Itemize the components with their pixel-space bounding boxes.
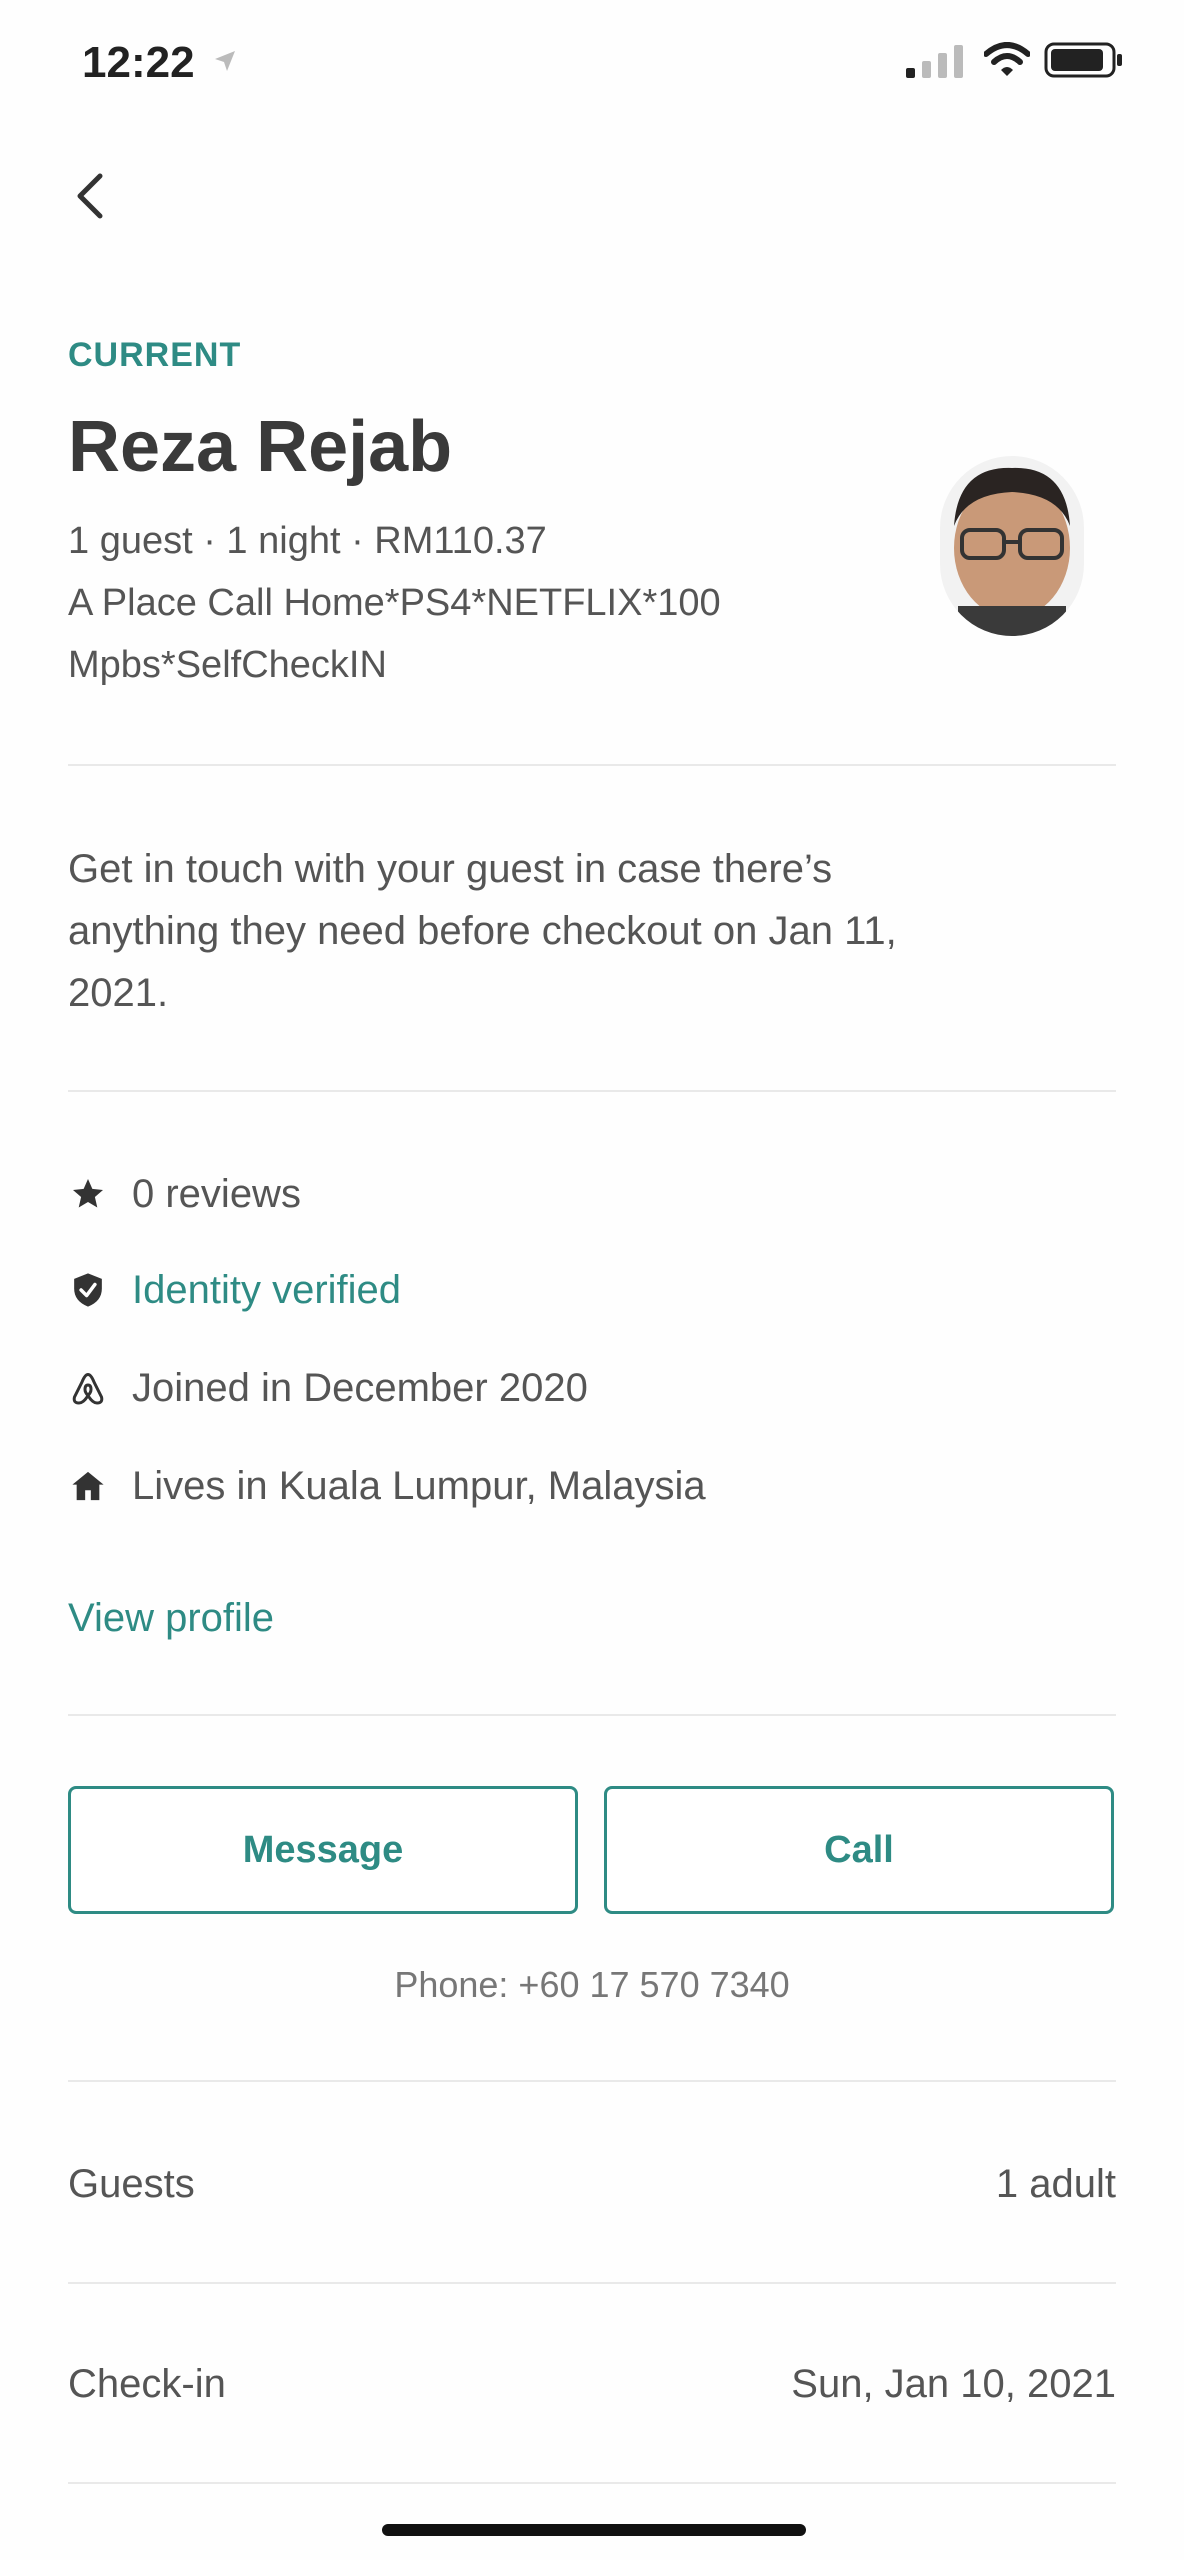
- divider: [68, 2482, 1116, 2484]
- phone-number: Phone: +60 17 570 7340: [394, 1964, 790, 2005]
- identity-row: Identity verified: [68, 1260, 401, 1320]
- back-button[interactable]: [66, 166, 114, 226]
- listing-title-line-1: A Place Call Home*PS4*NETFLIX*100: [68, 582, 721, 624]
- cellular-signal-icon: [906, 45, 963, 78]
- joined-row: Joined in December 2020: [68, 1358, 588, 1418]
- home-icon: [68, 1466, 108, 1506]
- checkout-message-line-1: Get in touch with your guest in case the…: [68, 847, 833, 891]
- guests-label: Guests: [68, 2162, 195, 2206]
- call-button[interactable]: Call: [604, 1786, 1114, 1914]
- reservation-status-label: CURRENT: [68, 336, 242, 374]
- divider: [68, 1090, 1116, 1092]
- divider: [68, 2282, 1116, 2284]
- joined-date-text: Joined in December 2020: [132, 1365, 588, 1410]
- checkout-message-line-3: 2021.: [68, 971, 169, 1015]
- wifi-icon: [984, 42, 1030, 76]
- reservation-summary: 1 guest · 1 night · RM110.37: [68, 520, 547, 562]
- guests-value: 1 adult: [995, 2162, 1116, 2206]
- listing-title-line-2: Mpbs*SelfCheckIN: [68, 644, 387, 686]
- view-profile-link[interactable]: View profile: [68, 1596, 274, 1641]
- location-text: Lives in Kuala Lumpur, Malaysia: [132, 1463, 706, 1508]
- location-row: Lives in Kuala Lumpur, Malaysia: [68, 1456, 706, 1516]
- divider: [68, 764, 1116, 766]
- home-indicator[interactable]: [382, 2524, 806, 2536]
- divider: [68, 1714, 1116, 1716]
- star-icon: [68, 1174, 108, 1214]
- check-in-value: Sun, Jan 10, 2021: [791, 2362, 1116, 2406]
- verified-shield-icon: [68, 1270, 108, 1310]
- guest-photo: [940, 456, 1084, 636]
- airbnb-logo-icon: [68, 1368, 108, 1408]
- location-arrow-icon: [215, 51, 235, 71]
- check-in-label: Check-in: [68, 2362, 226, 2406]
- identity-verified-text: Identity verified: [132, 1267, 402, 1312]
- reviews-count: 0 reviews: [132, 1171, 301, 1216]
- guest-avatar[interactable]: [940, 456, 1084, 636]
- checkout-message-line-2: anything they need before checkout on Ja…: [68, 909, 897, 953]
- divider: [68, 2080, 1116, 2082]
- status-time: 12:22: [82, 38, 195, 87]
- message-button[interactable]: Message: [68, 1786, 578, 1914]
- reviews-row: 0 reviews: [68, 1164, 301, 1224]
- guest-name: Reza Rejab: [68, 407, 453, 487]
- battery-icon: [1044, 42, 1122, 78]
